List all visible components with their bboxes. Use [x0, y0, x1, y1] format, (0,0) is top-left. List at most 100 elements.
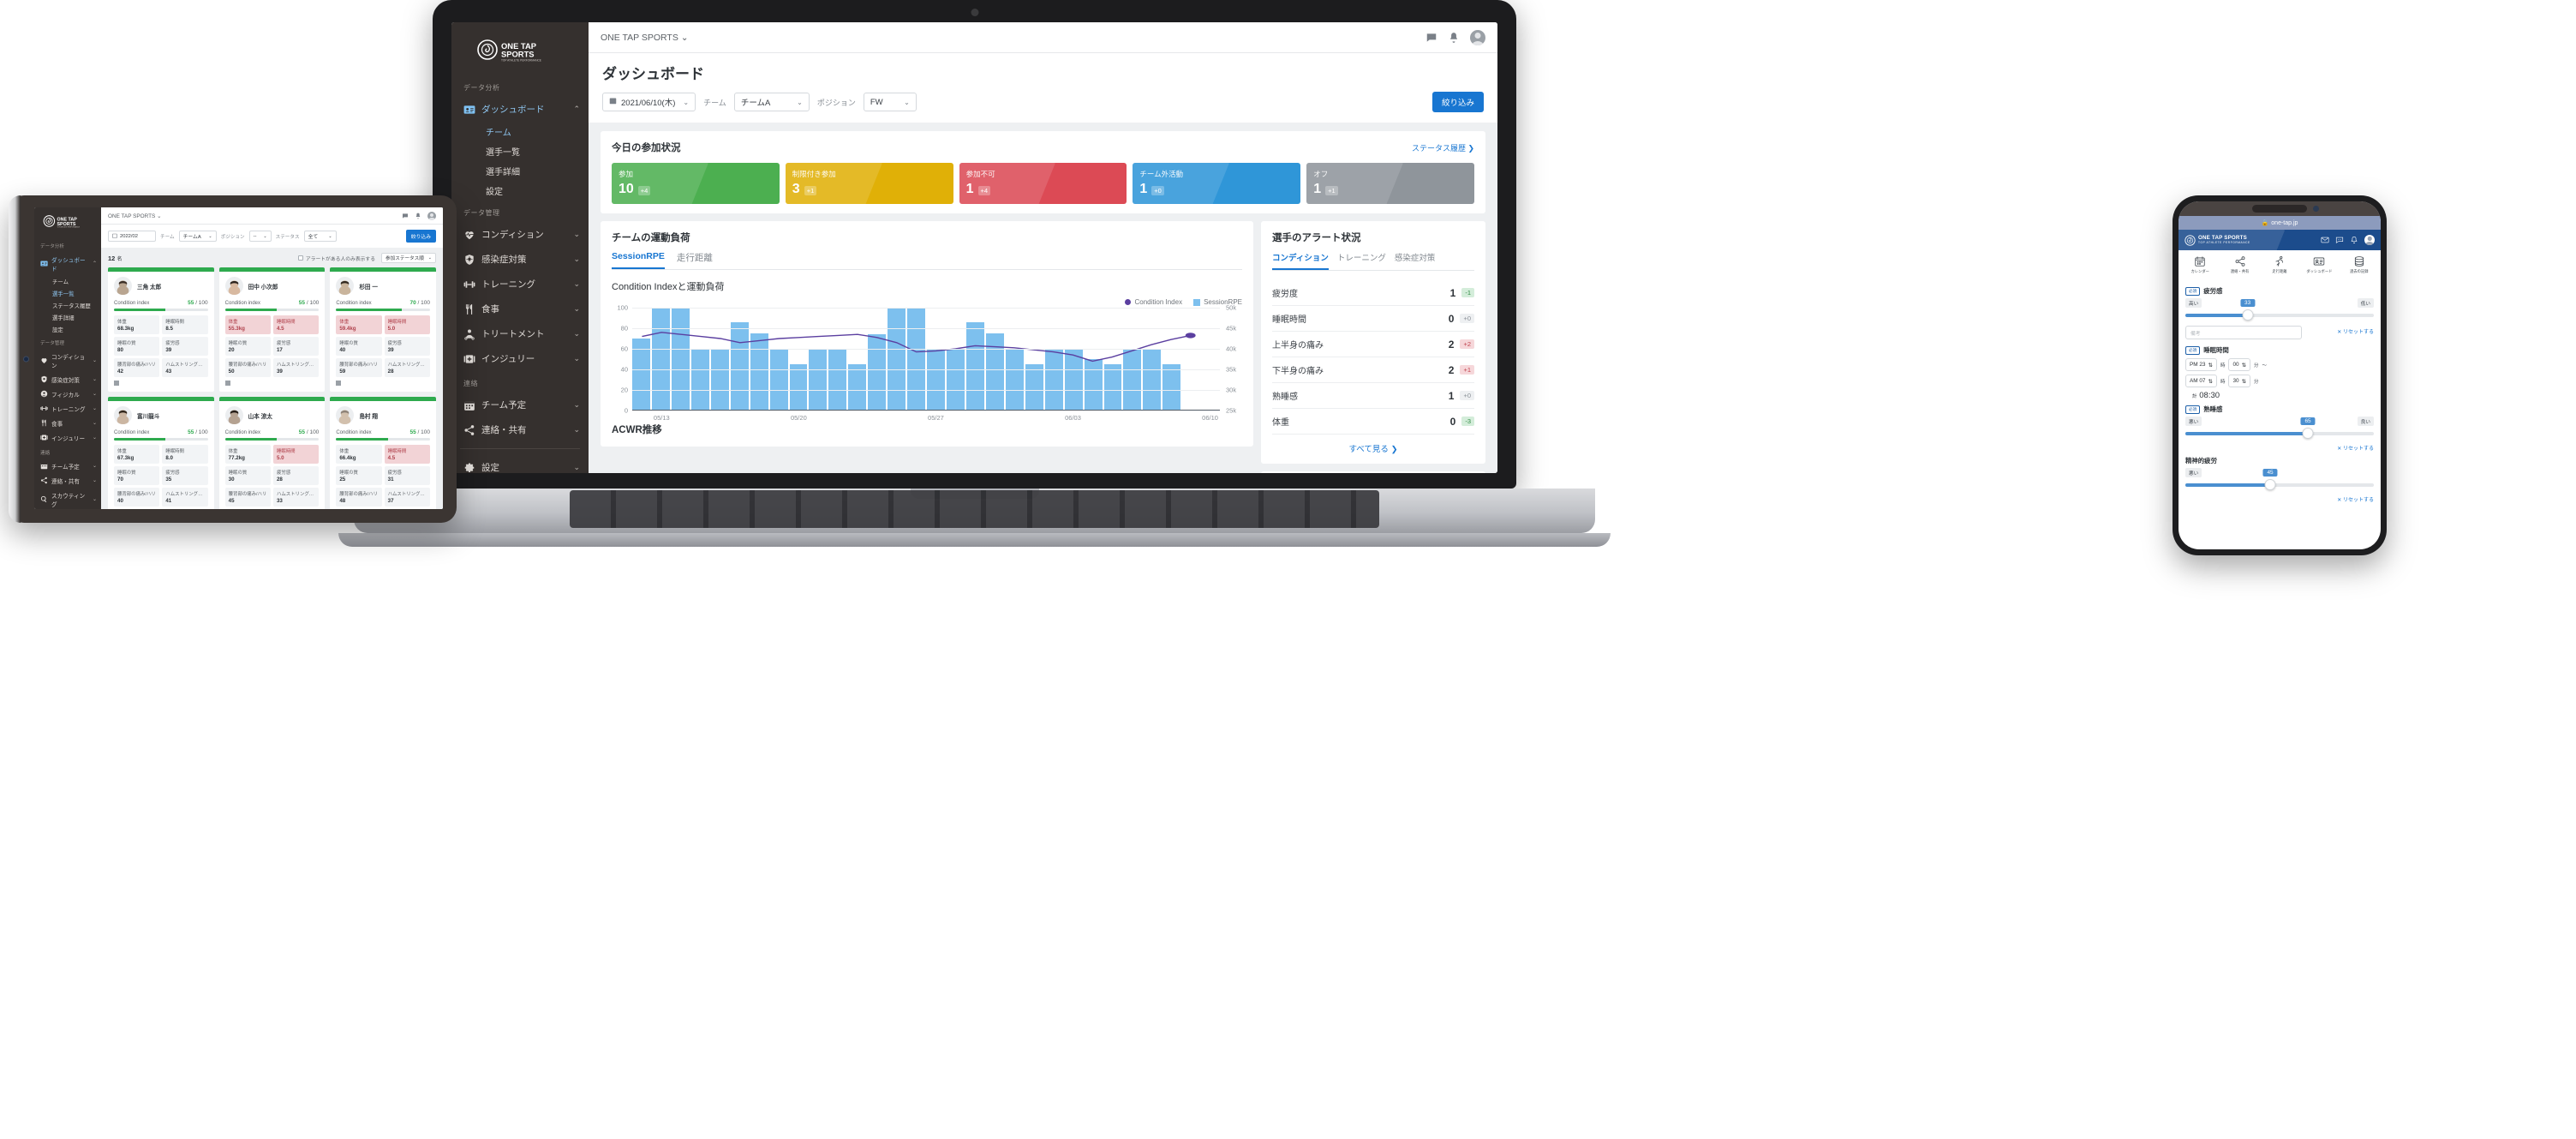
phone-nav-item[interactable]: 走行距離 — [2260, 255, 2299, 274]
mental-reset-link[interactable]: ✕ リセットする — [2185, 495, 2374, 503]
mail-icon[interactable] — [2321, 236, 2329, 244]
tablet-team-select[interactable]: チームA ⌄ — [178, 231, 217, 242]
sidebar-subitem-settings[interactable]: 設定 — [451, 181, 589, 201]
tab-condition[interactable]: コンディション — [1272, 251, 1329, 270]
phone-nav-item[interactable]: ダッシュボード — [2299, 255, 2339, 274]
sidebar-item-meal[interactable]: 食事 ⌄ — [451, 297, 589, 321]
player-card[interactable]: 三角 太郎 Condition index 55 / 100 体重 68.3kg 睡眠時間… — [108, 267, 214, 392]
tablet-subitem-status-history[interactable]: ステータス履歴 — [34, 299, 101, 311]
phone-nav-item[interactable]: 過去の記録 — [2340, 255, 2379, 274]
tablet-sidebar-item-scouting[interactable]: スカウティング ⌄ — [34, 488, 101, 509]
deepsleep-reset-link[interactable]: ✕ リセットする — [2185, 444, 2374, 452]
participation-stat-card[interactable]: 参加 10 +4 — [612, 163, 780, 204]
tablet-sidebar-item-team-schedule[interactable]: チーム予定 ⌄ — [34, 459, 101, 473]
chat-icon[interactable] — [1425, 32, 1437, 44]
sidebar-item-settings-main[interactable]: 設定 ⌄ — [451, 455, 589, 473]
sleep-to-hour-select[interactable]: AM 07 ⇅ — [2185, 375, 2217, 387]
sidebar-item-treatment[interactable]: トリートメント ⌄ — [451, 321, 589, 346]
bell-icon[interactable] — [1448, 32, 1460, 44]
fatigue-note-input[interactable]: 備考 — [2185, 326, 2303, 339]
tablet-sidebar-item-share[interactable]: 連絡・共有 ⌄ — [34, 473, 101, 488]
browser-url-bar[interactable]: 🔒 one-tap.jp — [2179, 216, 2381, 230]
slider-thumb[interactable] — [2264, 479, 2276, 490]
position-select[interactable]: FW ⌄ — [863, 93, 917, 111]
sleep-from-hour-select[interactable]: PM 23 ⇅ — [2185, 358, 2217, 371]
note-icon[interactable] — [336, 381, 342, 386]
player-card[interactable]: 田中 小次郎 Condition index 55 / 100 体重 55.3kg 睡眠時… — [218, 267, 326, 392]
avatar[interactable] — [2364, 235, 2375, 245]
sidebar-item-condition[interactable]: コンディション ⌄ — [451, 222, 589, 247]
sidebar-item-dashboard[interactable]: ダッシュボード ⌃ — [451, 97, 589, 122]
chat-icon[interactable] — [402, 213, 409, 219]
sidebar-item-team-schedule[interactable]: チーム予定 ⌄ — [451, 393, 589, 417]
alerts-see-all-link[interactable]: すべて見る ❯ — [1272, 435, 1474, 454]
status-history-link[interactable]: ステータス履歴 ❯ — [1412, 142, 1474, 153]
player-card[interactable]: 山本 涼太 Condition index 55 / 100 体重 77.2kg 睡眠時間… — [218, 397, 326, 509]
tablet-subitem-player-detail[interactable]: 選手詳細 — [34, 311, 101, 323]
slider-thumb[interactable] — [2242, 309, 2254, 321]
alert-row[interactable]: 疲労度 1 -1 — [1272, 280, 1474, 306]
sidebar-subitem-player-list[interactable]: 選手一覧 — [451, 141, 589, 161]
player-card[interactable]: 島村 翔 Condition index 55 / 100 体重 66.4kg 睡眠時間 4… — [330, 397, 436, 509]
note-icon[interactable] — [114, 381, 119, 386]
alert-row[interactable]: 睡眠時間 0 +0 — [1272, 306, 1474, 332]
mental-slider[interactable] — [2185, 479, 2374, 490]
topbar-brand[interactable]: ONE TAP SPORTS ⌄ — [601, 33, 689, 43]
tablet-sidebar-item-physical[interactable]: フィジカル ⌄ — [34, 387, 101, 401]
sleep-from-minute-select[interactable]: 00 ⇅ — [2228, 358, 2250, 371]
note-icon[interactable] — [224, 381, 230, 386]
sidebar-item-training[interactable]: トレーニング ⌄ — [451, 272, 589, 297]
tab-infection[interactable]: 感染症対策 — [1395, 251, 1436, 270]
player-card[interactable]: 杉田 一 Condition index 70 / 100 体重 59.4kg 睡眠時間 5… — [330, 267, 436, 392]
deepsleep-slider[interactable] — [2185, 428, 2374, 439]
tablet-subitem-player-list[interactable]: 選手一覧 — [34, 287, 101, 299]
fatigue-slider[interactable] — [2185, 309, 2374, 321]
tablet-filter-submit-button[interactable]: 絞り込み — [405, 230, 436, 243]
tablet-topbar-brand[interactable]: ONE TAP SPORTS ⌄ — [108, 213, 161, 219]
sleep-to-minute-select[interactable]: 30 ⇅ — [2228, 375, 2250, 387]
slider-thumb[interactable] — [2302, 428, 2314, 439]
alert-row[interactable]: 上半身の痛み 2 +2 — [1272, 332, 1474, 357]
player-metric: 睡眠時間 5.0 — [384, 315, 430, 334]
bell-icon[interactable] — [2350, 236, 2358, 244]
tablet-date-picker[interactable]: 2022/02 — [108, 231, 156, 242]
phone-nav-item[interactable]: 連絡・共有 — [2220, 255, 2259, 274]
tab-running-distance[interactable]: 走行距離 — [677, 251, 713, 269]
tablet-position-select[interactable]: -- ⌄ — [248, 231, 272, 242]
sidebar-subitem-player-detail[interactable]: 選手詳細 — [451, 161, 589, 181]
alert-row[interactable]: 熟睡感 1 +0 — [1272, 383, 1474, 409]
tablet-status-select[interactable]: 全て ⌄ — [303, 231, 337, 242]
player-card[interactable]: 富川龍斗 Condition index 55 / 100 体重 67.3kg 睡眠時間 8… — [108, 397, 214, 509]
participation-stat-card[interactable]: チーム外活動 1 +0 — [1133, 163, 1301, 204]
tablet-sidebar-item-infection[interactable]: 感染症対策 ⌄ — [34, 372, 101, 387]
alert-row[interactable]: 下半身の痛み 2 +1 — [1272, 357, 1474, 383]
tablet-sidebar-item-condition[interactable]: コンディション ⌄ — [34, 349, 101, 372]
sidebar-item-infection-control[interactable]: 感染症対策 ⌄ — [451, 247, 589, 272]
team-select[interactable]: チームA ⌄ — [733, 93, 810, 111]
alert-only-checkbox[interactable]: アラートがある人のみ表示する — [297, 255, 375, 262]
bell-icon[interactable] — [415, 213, 421, 219]
tab-sessionrpe[interactable]: SessionRPE — [612, 251, 665, 269]
tablet-sidebar-item-injury[interactable]: インジュリー ⌄ — [34, 430, 101, 445]
chat-icon[interactable] — [2335, 236, 2344, 244]
avatar[interactable] — [427, 211, 436, 220]
tablet-sidebar-item-dashboard[interactable]: ダッシュボード ⌃ — [34, 252, 101, 275]
tablet-sidebar-item-training[interactable]: トレーニング ⌄ — [34, 401, 101, 416]
date-picker[interactable]: 2021/06/10(木) ⌄ — [602, 93, 696, 111]
tablet-subitem-settings[interactable]: 設定 — [34, 323, 101, 335]
phone-nav-item[interactable]: カレンダー — [2180, 255, 2220, 274]
sidebar-item-share[interactable]: 連絡・共有 ⌄ — [451, 417, 589, 442]
participation-stat-card[interactable]: 制限付き参加 3 +1 — [785, 163, 953, 204]
fatigue-reset-link[interactable]: ✕ リセットする — [2307, 327, 2374, 335]
sort-select[interactable]: 参加ステータス順 ⌄ — [381, 253, 436, 263]
alert-row[interactable]: 体重 0 -3 — [1272, 409, 1474, 435]
sidebar-subitem-team[interactable]: チーム — [451, 122, 589, 141]
sidebar-item-injury[interactable]: インジュリー ⌄ — [451, 346, 589, 371]
tab-training[interactable]: トレーニング — [1337, 251, 1386, 270]
tablet-subitem-team[interactable]: チーム — [34, 275, 101, 287]
participation-stat-card[interactable]: オフ 1 +1 — [1306, 163, 1474, 204]
avatar[interactable] — [1470, 29, 1485, 45]
filter-submit-button[interactable]: 絞り込み — [1431, 92, 1484, 112]
participation-stat-card[interactable]: 参加不可 1 +4 — [959, 163, 1127, 204]
tablet-sidebar-item-meal[interactable]: 食事 ⌄ — [34, 416, 101, 430]
